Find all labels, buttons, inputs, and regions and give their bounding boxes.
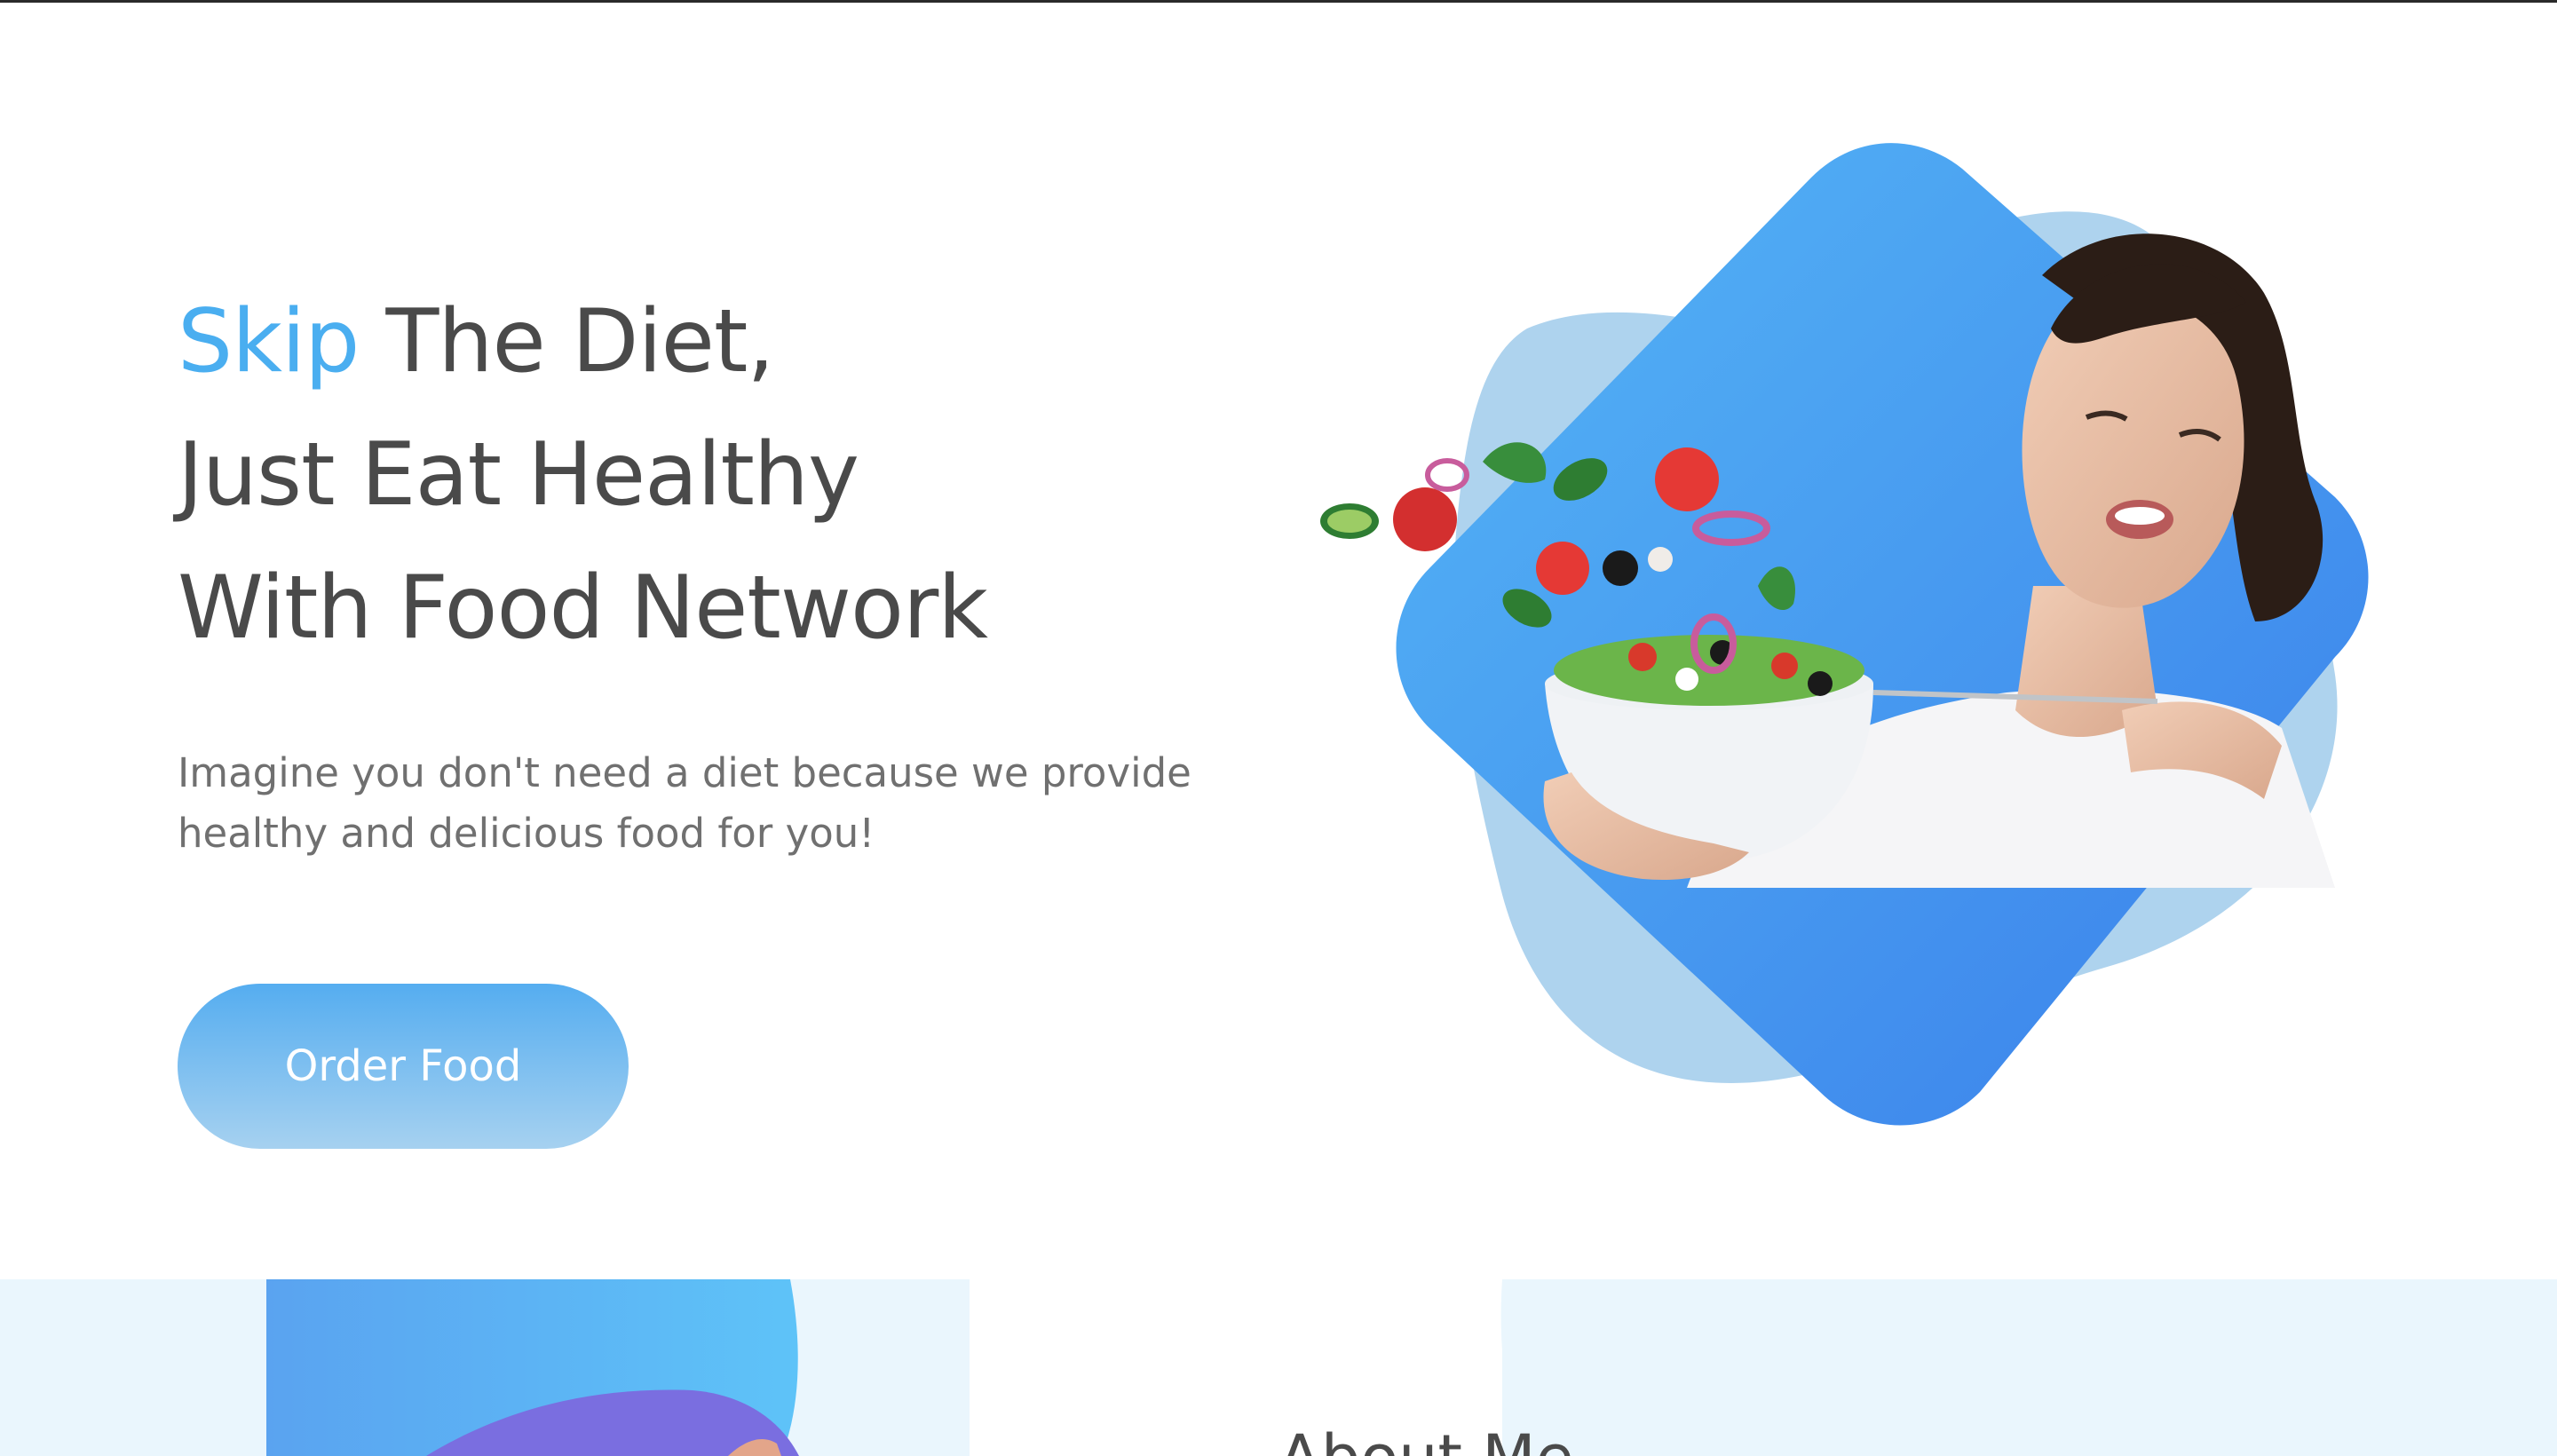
- about-photo: [266, 1279, 799, 1456]
- top-border: [0, 0, 2557, 3]
- hero-title-line-2: Just Eat Healthy: [178, 424, 859, 526]
- about-title: About Me: [1278, 1421, 1574, 1456]
- hero-title-accent: Skip: [178, 291, 360, 392]
- hero-title: Skip The Diet, Just Eat Healthy With Foo…: [178, 275, 1332, 675]
- landing-page: Skip The Diet, Just Eat Healthy With Foo…: [0, 0, 2557, 1456]
- hero-title-line-3: With Food Network: [178, 558, 988, 659]
- hero-description: Imagine you don't need a diet because we…: [178, 749, 1191, 857]
- hero-title-line-1-rest: The Diet,: [359, 291, 775, 392]
- hero-image: [1320, 143, 2369, 1126]
- hero-title-line-1: Skip The Diet,: [178, 275, 1332, 408]
- order-food-button[interactable]: Order Food: [178, 984, 629, 1149]
- about-section: About Me: [0, 1279, 2557, 1456]
- hero-section: Skip The Diet, Just Eat Healthy With Foo…: [178, 275, 1332, 1149]
